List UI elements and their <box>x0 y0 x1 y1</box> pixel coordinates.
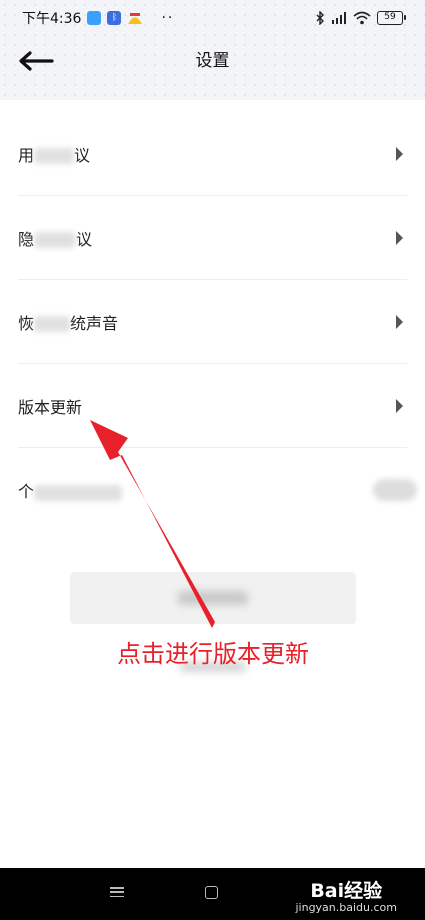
settings-row-personalized[interactable]: 个 <box>18 448 417 532</box>
settings-row-restore-sound[interactable]: 恢 统声音 <box>18 280 407 364</box>
row-label: 恢 统声音 <box>18 310 118 334</box>
blurred-text <box>34 316 71 332</box>
chevron-right-icon <box>396 398 403 413</box>
label-end: 议 <box>74 145 91 165</box>
blurred-text <box>34 148 75 164</box>
bluetooth-icon <box>316 11 324 25</box>
label-start: 用 <box>18 145 35 165</box>
blurred-button-label <box>178 591 248 605</box>
watermark-main: Bai经验 <box>310 880 383 902</box>
wifi-icon <box>353 11 371 25</box>
hd-signal-icon <box>332 12 346 24</box>
row-label: 隐议 <box>18 226 92 250</box>
row-label: 个 <box>18 478 123 502</box>
settings-row-version-update[interactable]: 版本更新 <box>18 364 407 448</box>
row-label: 用议 <box>18 142 90 166</box>
home-icon[interactable] <box>205 886 218 899</box>
watermark-sub: jingyan.baidu.com <box>295 901 397 914</box>
bluetooth-app-icon: ᛒ <box>107 11 122 25</box>
label-end: 统声音 <box>70 313 119 333</box>
page-title: 设置 <box>195 51 230 71</box>
status-dots: ·· <box>161 10 175 26</box>
label-end: 议 <box>76 229 93 249</box>
label-start: 隐 <box>18 229 35 249</box>
blurred-text <box>34 484 123 501</box>
settings-row-privacy[interactable]: 隐议 <box>18 196 407 280</box>
settings-list: 用议 隐议 恢统声音 版本更新 个 <box>0 112 425 532</box>
navigation-bar: Bai经验 jingyan.baidu.com <box>0 868 425 920</box>
watermark: Bai经验 jingyan.baidu.com <box>295 876 397 914</box>
status-right: 59 <box>315 11 406 25</box>
toggle-switch[interactable] <box>373 479 417 501</box>
header: 设置 <box>0 36 425 88</box>
message-icon <box>87 11 102 25</box>
status-left: 下午4:36 ᛒ ·· <box>22 8 174 28</box>
menu-icon[interactable] <box>110 885 124 899</box>
back-button[interactable] <box>18 46 58 76</box>
top-area: 下午4:36 ᛒ ·· 59 设置 <box>0 0 425 100</box>
label-start: 个 <box>18 482 35 501</box>
back-arrow-icon <box>19 51 54 71</box>
chevron-right-icon <box>396 146 403 161</box>
version-update-label: 版本更新 <box>18 397 83 417</box>
battery-level: 59 <box>384 12 396 22</box>
chevron-right-icon <box>396 314 403 329</box>
blurred-text <box>34 232 77 248</box>
settings-row-user-agreement[interactable]: 用议 <box>18 112 407 196</box>
annotation-text: 点击进行版本更新 <box>117 640 309 668</box>
logout-button[interactable] <box>70 572 356 624</box>
label-start: 恢 <box>18 313 35 333</box>
chevron-right-icon <box>396 230 403 245</box>
battery-icon: 59 <box>377 11 406 25</box>
status-bar: 下午4:36 ᛒ ·· 59 <box>0 0 425 36</box>
status-time: 下午4:36 <box>22 11 82 27</box>
app-icon <box>128 13 143 24</box>
